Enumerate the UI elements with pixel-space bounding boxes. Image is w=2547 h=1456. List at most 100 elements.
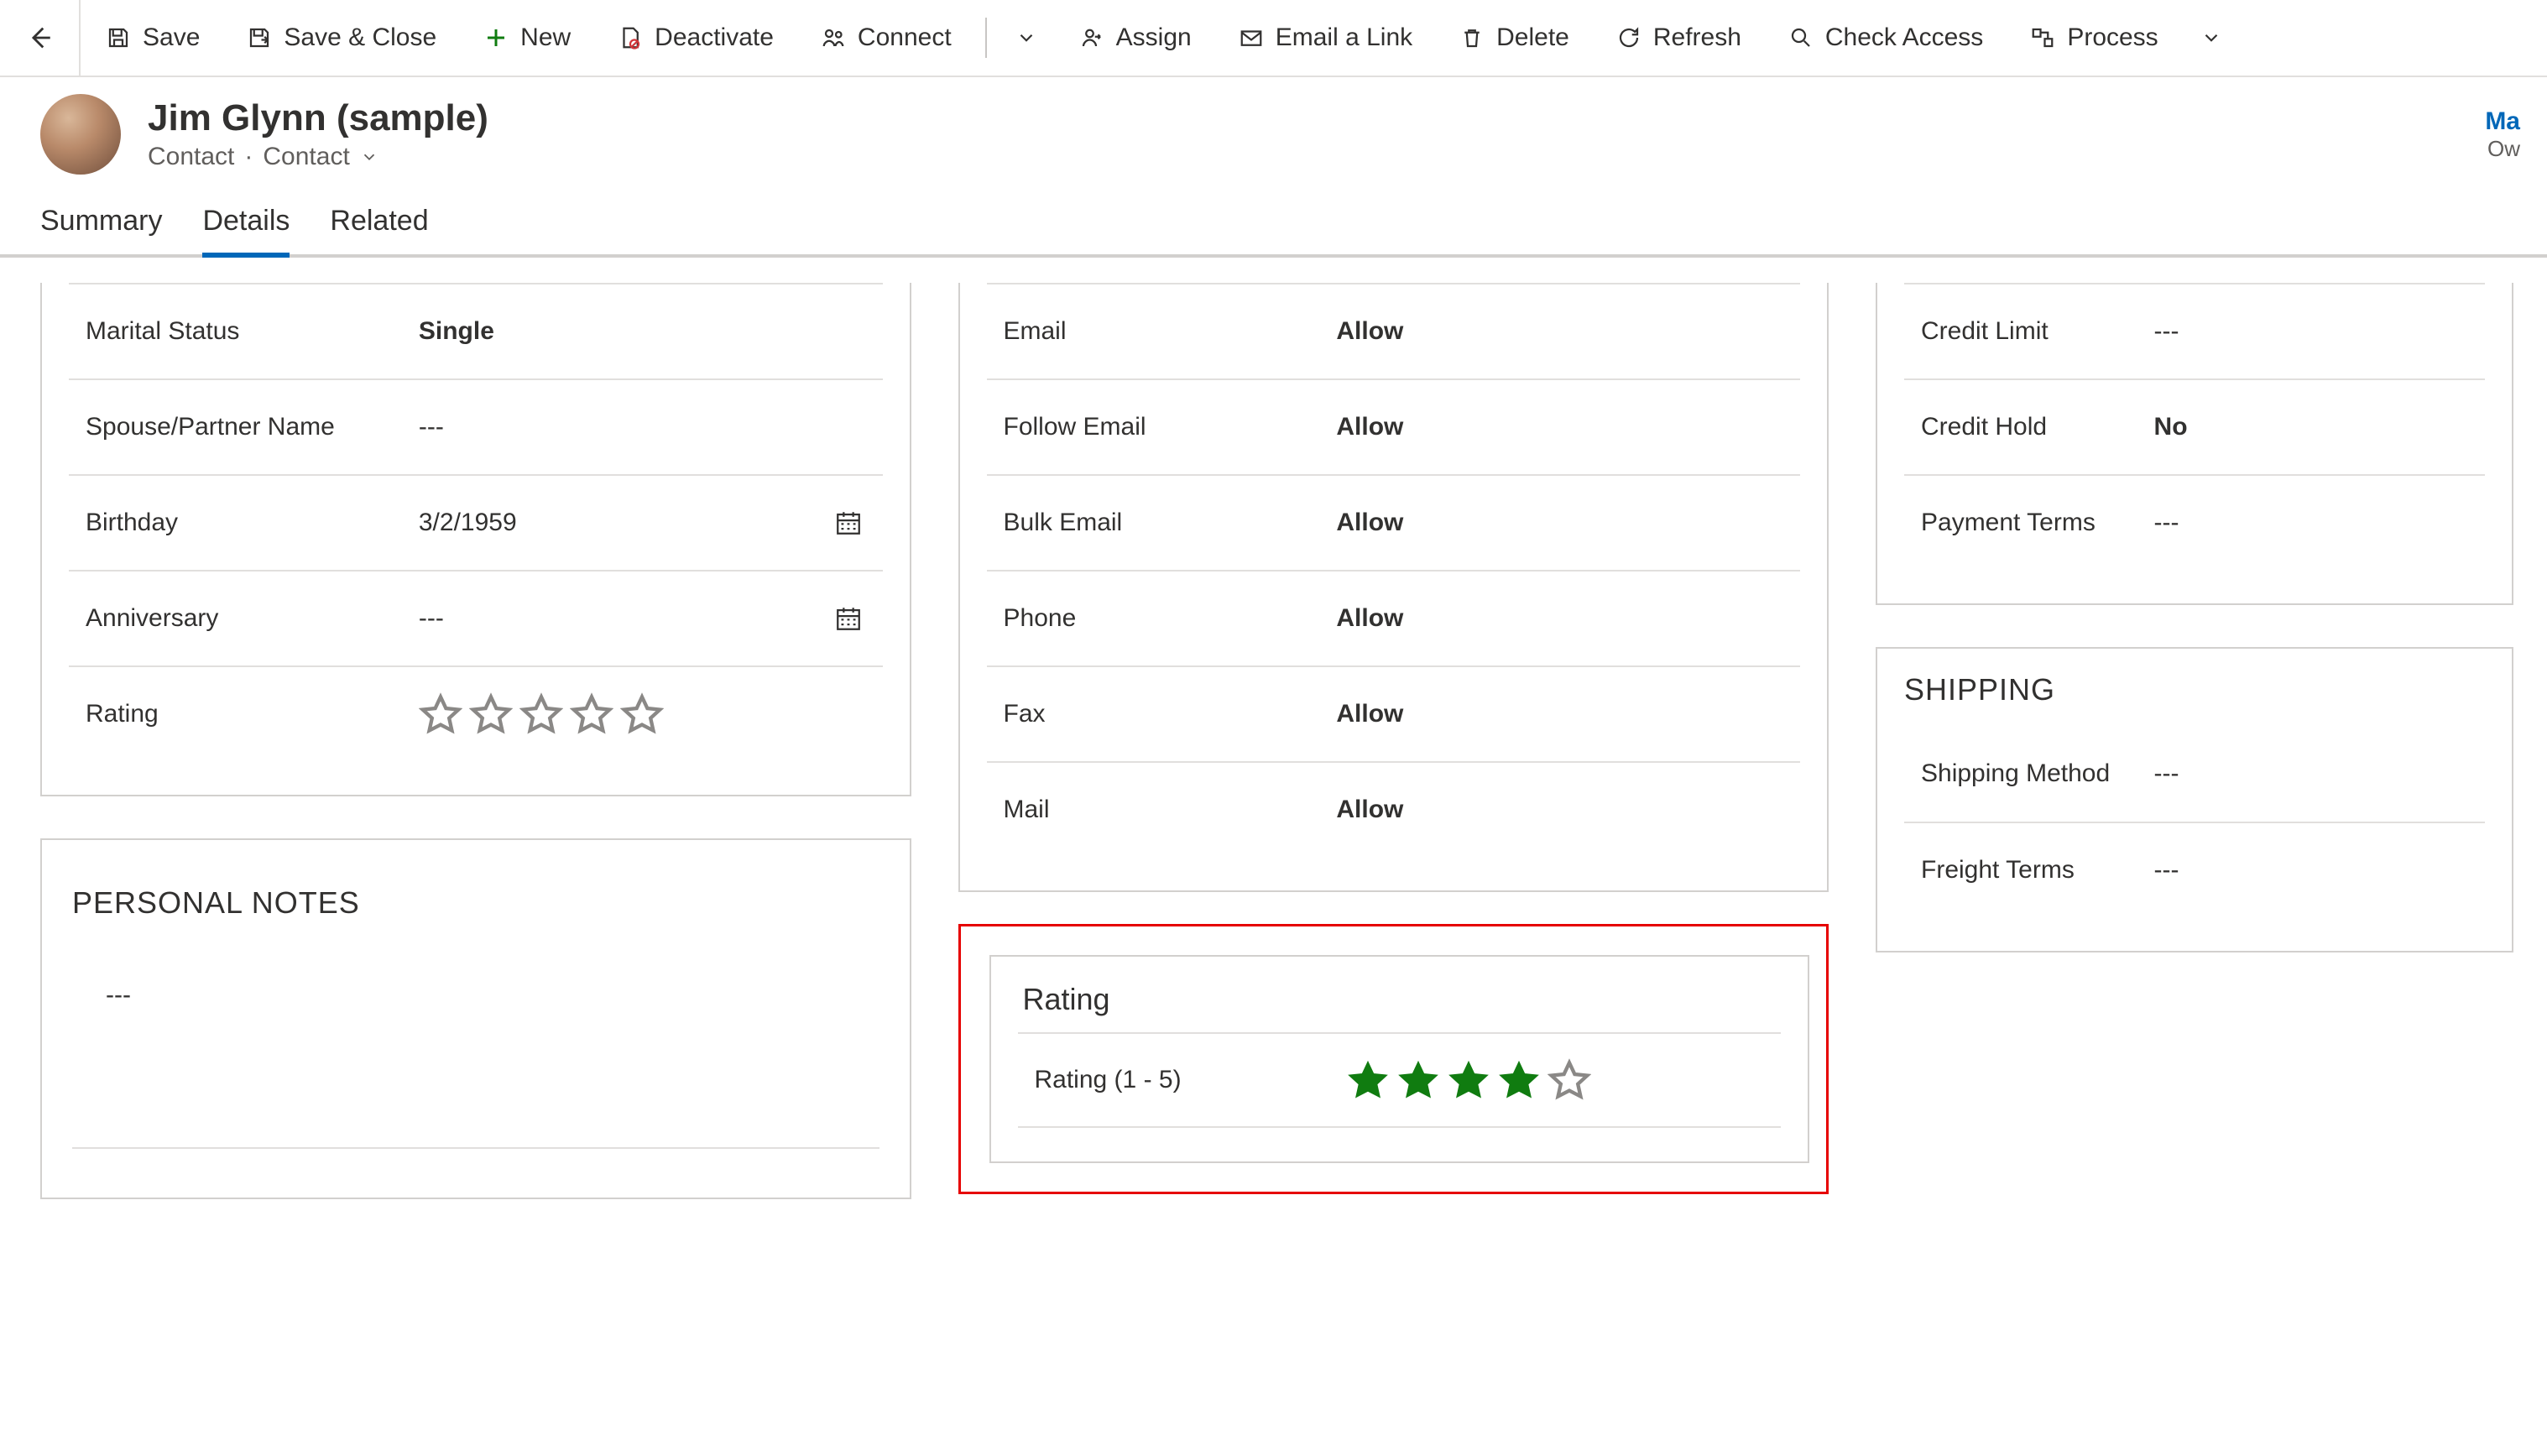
chevron-down-icon	[360, 148, 378, 166]
marital-status-value[interactable]: Single	[419, 317, 883, 346]
star-2[interactable]	[1396, 1058, 1440, 1102]
personal-rating-stars[interactable]	[419, 692, 664, 736]
star-4[interactable]	[1497, 1058, 1541, 1102]
credit-hold-value[interactable]: No	[2154, 413, 2485, 441]
delete-label: Delete	[1496, 23, 1569, 52]
pref-phone-value[interactable]: Allow	[1336, 604, 1800, 633]
shipping-method-label: Shipping Method	[1904, 757, 2154, 791]
owner-link-fragment[interactable]: Ma	[2485, 107, 2520, 136]
form-body: Marital Status Single Spouse/Partner Nam…	[0, 258, 2547, 1233]
birthday-value[interactable]: 3/2/1959	[419, 509, 517, 537]
contact-preferences-card: Email Allow Follow Email Allow Bulk Emai…	[958, 283, 1829, 892]
star-4[interactable]	[570, 692, 613, 736]
assign-button[interactable]: Assign	[1057, 0, 1213, 76]
check-access-button[interactable]: Check Access	[1767, 0, 2005, 76]
freight-terms-label: Freight Terms	[1904, 853, 2154, 888]
birthday-label: Birthday	[69, 506, 419, 540]
search-person-icon	[1788, 25, 1814, 50]
email-icon	[1239, 25, 1264, 50]
star-3[interactable]	[1447, 1058, 1490, 1102]
credit-limit-label: Credit Limit	[1904, 315, 2154, 349]
deactivate-button[interactable]: Deactivate	[596, 0, 796, 76]
star-1[interactable]	[419, 692, 462, 736]
spouse-value[interactable]: ---	[419, 413, 444, 441]
pref-fax-label: Fax	[987, 697, 1337, 732]
save-close-icon	[247, 25, 272, 50]
tab-summary[interactable]: Summary	[40, 205, 162, 254]
delete-button[interactable]: Delete	[1438, 0, 1591, 76]
personal-info-card: Marital Status Single Spouse/Partner Nam…	[40, 283, 911, 796]
anniversary-date-picker[interactable]	[834, 604, 863, 633]
record-form-name: Contact	[263, 143, 349, 171]
process-button[interactable]: Process	[2008, 0, 2179, 76]
rating-stars[interactable]	[1346, 1058, 1591, 1102]
personal-notes-title: PERSONAL NOTES	[72, 862, 879, 939]
pref-fax-value[interactable]: Allow	[1336, 700, 1800, 728]
tab-related[interactable]: Related	[330, 205, 428, 254]
personal-notes-value[interactable]: ---	[72, 939, 879, 1149]
save-button[interactable]: Save	[84, 0, 222, 76]
birthday-date-picker[interactable]	[834, 509, 863, 537]
record-header: Jim Glynn (sample) Contact · Contact Ma …	[0, 77, 2547, 183]
new-button[interactable]: New	[462, 0, 592, 76]
billing-card: Credit Limit --- Credit Hold No Payment …	[1876, 283, 2513, 605]
back-arrow-icon	[25, 23, 54, 52]
chevron-down-icon	[2200, 27, 2222, 49]
spouse-label: Spouse/Partner Name	[69, 410, 419, 445]
process-label: Process	[2067, 23, 2158, 52]
personal-rating-label: Rating	[69, 697, 419, 732]
assign-label: Assign	[1116, 23, 1192, 52]
email-link-button[interactable]: Email a Link	[1217, 0, 1434, 76]
calendar-icon	[834, 509, 863, 537]
calendar-icon	[834, 604, 863, 633]
star-3[interactable]	[519, 692, 563, 736]
pref-follow-value[interactable]: Allow	[1336, 413, 1800, 441]
process-split-chevron[interactable]	[2184, 27, 2239, 49]
connect-button[interactable]: Connect	[799, 0, 973, 76]
star-5[interactable]	[1548, 1058, 1591, 1102]
payment-terms-label: Payment Terms	[1904, 506, 2154, 540]
star-1[interactable]	[1346, 1058, 1390, 1102]
marital-status-label: Marital Status	[69, 315, 419, 349]
save-close-label: Save & Close	[284, 23, 436, 52]
deactivate-icon	[618, 25, 643, 50]
star-5[interactable]	[620, 692, 664, 736]
pref-mail-value[interactable]: Allow	[1336, 796, 1800, 824]
pref-bulk-label: Bulk Email	[987, 506, 1337, 540]
star-2[interactable]	[469, 692, 513, 736]
owner-label-fragment: Ow	[2485, 136, 2520, 162]
deactivate-label: Deactivate	[655, 23, 774, 52]
credit-limit-value[interactable]: ---	[2154, 317, 2179, 346]
process-icon	[2030, 25, 2055, 50]
save-label: Save	[143, 23, 200, 52]
pref-bulk-value[interactable]: Allow	[1336, 509, 1800, 537]
rating-section-title: Rating	[1018, 957, 1782, 1032]
back-button[interactable]	[0, 0, 81, 76]
trash-icon	[1459, 25, 1485, 50]
credit-hold-label: Credit Hold	[1904, 410, 2154, 445]
save-close-button[interactable]: Save & Close	[225, 0, 458, 76]
email-link-label: Email a Link	[1276, 23, 1412, 52]
personal-notes-card: PERSONAL NOTES ---	[40, 838, 911, 1199]
shipping-method-value[interactable]: ---	[2154, 759, 2179, 788]
refresh-icon	[1616, 25, 1641, 50]
form-tabs: Summary Details Related	[0, 183, 2547, 258]
tab-details[interactable]: Details	[202, 205, 290, 254]
shipping-card: SHIPPING Shipping Method --- Freight Ter…	[1876, 647, 2513, 952]
pref-mail-label: Mail	[987, 793, 1337, 827]
form-selector-chevron[interactable]	[360, 148, 378, 166]
pref-email-value[interactable]: Allow	[1336, 317, 1800, 346]
payment-terms-value[interactable]: ---	[2154, 509, 2179, 537]
refresh-button[interactable]: Refresh	[1594, 0, 1763, 76]
check-access-label: Check Access	[1825, 23, 1983, 52]
connect-split-chevron[interactable]	[999, 27, 1054, 49]
freight-terms-value[interactable]: ---	[2154, 856, 2179, 885]
contact-avatar[interactable]	[40, 94, 121, 175]
anniversary-value[interactable]: ---	[419, 604, 444, 633]
plus-icon	[483, 25, 509, 50]
rating-highlight-box: Rating Rating (1 - 5)	[958, 924, 1829, 1194]
connect-label: Connect	[858, 23, 952, 52]
assign-icon	[1079, 25, 1104, 50]
separator-dot: ·	[244, 143, 253, 171]
pref-phone-label: Phone	[987, 602, 1337, 636]
